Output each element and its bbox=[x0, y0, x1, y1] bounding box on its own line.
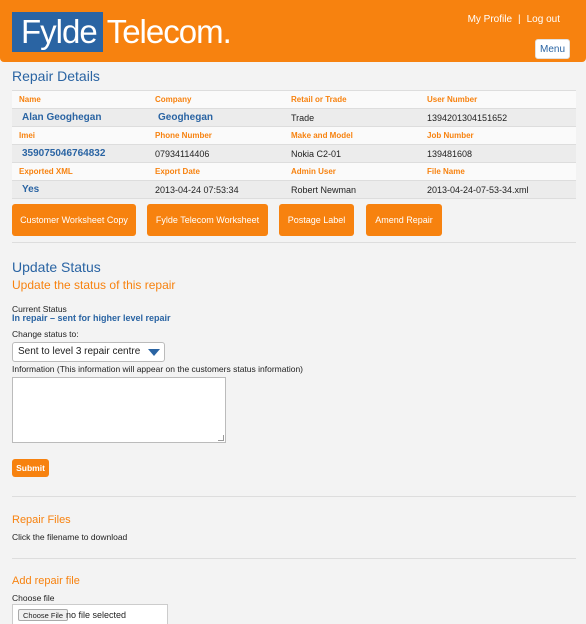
status-select[interactable]: Sent to level 3 repair centre bbox=[12, 342, 165, 362]
customer-worksheet-copy-button[interactable]: Customer Worksheet Copy bbox=[12, 204, 136, 236]
repair-details-title: Repair Details bbox=[12, 68, 100, 84]
details-value-row: 359075046764832 07934114406 Nokia C2-01 … bbox=[12, 144, 576, 163]
details-value-row: Yes 2013-04-24 07:53:34 Robert Newman 20… bbox=[12, 180, 576, 199]
label-company: Company bbox=[148, 90, 284, 109]
repair-details-table: Name Company Retail or Trade User Number… bbox=[12, 90, 576, 199]
value-user-number: 1394201304151652 bbox=[420, 108, 576, 127]
value-file-name: 2013-04-24-07-53-34.xml bbox=[420, 180, 576, 199]
chevron-down-icon bbox=[148, 349, 160, 356]
label-phone-number: Phone Number bbox=[148, 126, 284, 145]
value-exported-xml: Yes bbox=[12, 180, 148, 199]
value-admin-user: Robert Newman bbox=[284, 180, 420, 199]
label-retail-or-trade: Retail or Trade bbox=[284, 90, 420, 109]
link-separator: | bbox=[518, 14, 521, 25]
label-admin-user: Admin User bbox=[284, 162, 420, 181]
label-export-date: Export Date bbox=[148, 162, 284, 181]
label-job-number: Job Number bbox=[420, 126, 576, 145]
change-status-label: Change status to: bbox=[12, 329, 79, 339]
value-imei: 359075046764832 bbox=[12, 144, 148, 163]
status-select-value: Sent to level 3 repair centre bbox=[18, 346, 141, 357]
divider bbox=[12, 496, 576, 497]
choose-file-button[interactable]: Choose File bbox=[18, 609, 69, 621]
logo-text-fylde: Fylde bbox=[12, 12, 103, 52]
add-repair-file-title: Add repair file bbox=[12, 575, 80, 587]
value-make-and-model: Nokia C2-01 bbox=[284, 144, 420, 163]
logout-link[interactable]: Log out bbox=[527, 14, 560, 25]
information-label: Information (This information will appea… bbox=[12, 364, 304, 374]
label-imei: Imei bbox=[12, 126, 148, 145]
menu-button[interactable]: Menu bbox=[535, 39, 570, 59]
postage-label-button[interactable]: Postage Label bbox=[279, 204, 354, 236]
resize-grip-icon[interactable] bbox=[218, 435, 224, 441]
fylde-telecom-logo[interactable]: Fylde Telecom. bbox=[12, 12, 232, 52]
file-input[interactable]: Choose File no file selected bbox=[12, 604, 168, 624]
label-make-and-model: Make and Model bbox=[284, 126, 420, 145]
label-name: Name bbox=[12, 90, 148, 109]
value-name: Alan Geoghegan bbox=[12, 108, 148, 127]
amend-repair-button[interactable]: Amend Repair bbox=[366, 204, 442, 236]
update-status-subtitle: Update the status of this repair bbox=[12, 278, 176, 292]
value-job-number: 139481608 bbox=[420, 144, 576, 163]
logo-text-telecom: Telecom. bbox=[106, 13, 232, 50]
choose-file-label: Choose file bbox=[12, 593, 55, 603]
top-links: My Profile | Log out bbox=[468, 14, 560, 25]
repair-files-title: Repair Files bbox=[12, 514, 71, 526]
update-status-title: Update Status bbox=[12, 259, 101, 275]
details-value-row: Alan Geoghegan Geoghegan Trade 139420130… bbox=[12, 108, 576, 127]
value-retail-or-trade: Trade bbox=[284, 108, 420, 127]
label-file-name: File Name bbox=[420, 162, 576, 181]
details-label-row: Exported XML Export Date Admin User File… bbox=[12, 162, 576, 181]
my-profile-link[interactable]: My Profile bbox=[468, 14, 512, 25]
information-textarea[interactable] bbox=[12, 377, 226, 443]
label-exported-xml: Exported XML bbox=[12, 162, 148, 181]
no-file-selected-text: no file selected bbox=[66, 610, 127, 620]
value-export-date: 2013-04-24 07:53:34 bbox=[148, 180, 284, 199]
submit-button[interactable]: Submit bbox=[12, 459, 49, 477]
divider bbox=[12, 242, 576, 243]
label-user-number: User Number bbox=[420, 90, 576, 109]
site-header: Fylde Telecom. My Profile | Log out Menu bbox=[0, 0, 586, 62]
value-company: Geoghegan bbox=[148, 108, 284, 127]
fylde-telecom-worksheet-button[interactable]: Fylde Telecom Worksheet bbox=[147, 204, 268, 236]
current-status-value: In repair – sent for higher level repair bbox=[12, 313, 171, 323]
details-label-row: Name Company Retail or Trade User Number bbox=[12, 90, 576, 109]
details-label-row: Imei Phone Number Make and Model Job Num… bbox=[12, 126, 576, 145]
repair-files-hint: Click the filename to download bbox=[12, 532, 128, 542]
divider bbox=[12, 558, 576, 559]
value-phone-number: 07934114406 bbox=[148, 144, 284, 163]
